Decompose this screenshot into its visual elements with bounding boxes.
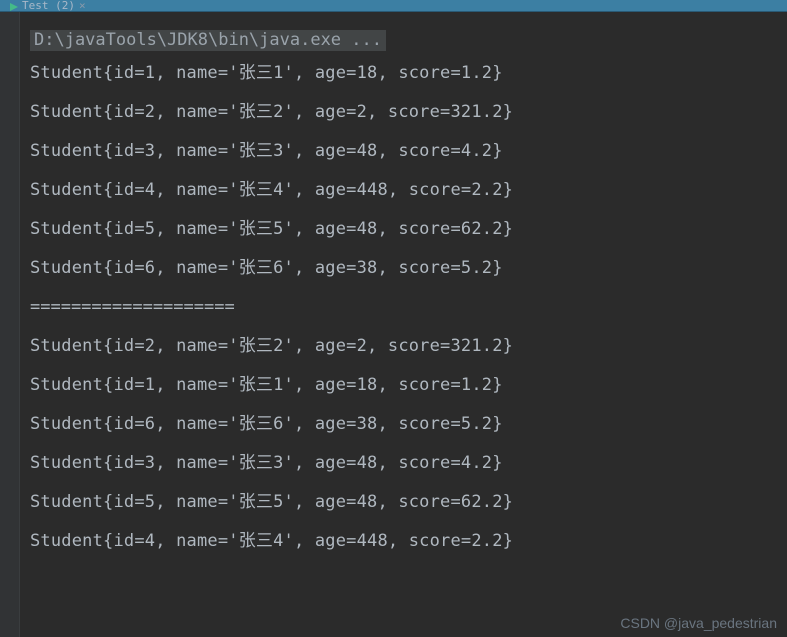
tab-label: Test (2) [22, 0, 75, 12]
tab-bar: Test (2) × [0, 0, 787, 12]
output-line: Student{id=3, name='张三3', age=48, score=… [30, 143, 777, 160]
output-line: Student{id=5, name='张三5', age=48, score=… [30, 221, 777, 238]
close-icon[interactable]: × [79, 0, 86, 12]
run-icon [10, 1, 18, 9]
output-line: Student{id=4, name='张三4', age=448, score… [30, 533, 777, 550]
console-output[interactable]: D:\javaTools\JDK8\bin\java.exe ... Stude… [20, 12, 787, 637]
output-line: Student{id=6, name='张三6', age=38, score=… [30, 260, 777, 277]
output-line: Student{id=6, name='张三6', age=38, score=… [30, 416, 777, 433]
watermark: CSDN @java_pedestrian [620, 615, 777, 631]
gutter [0, 12, 20, 637]
output-line: Student{id=2, name='张三2', age=2, score=3… [30, 338, 777, 355]
output-line: Student{id=3, name='张三3', age=48, score=… [30, 455, 777, 472]
output-line: Student{id=5, name='张三5', age=48, score=… [30, 494, 777, 511]
output-before: Student{id=1, name='张三1', age=18, score=… [30, 65, 777, 277]
output-line: Student{id=4, name='张三4', age=448, score… [30, 182, 777, 199]
output-after: Student{id=2, name='张三2', age=2, score=3… [30, 338, 777, 550]
output-line: Student{id=1, name='张三1', age=18, score=… [30, 65, 777, 82]
command-line: D:\javaTools\JDK8\bin\java.exe ... [30, 30, 386, 51]
tab-run[interactable]: Test (2) × [4, 0, 92, 10]
separator: ==================== [30, 299, 777, 316]
output-line: Student{id=2, name='张三2', age=2, score=3… [30, 104, 777, 121]
output-line: Student{id=1, name='张三1', age=18, score=… [30, 377, 777, 394]
